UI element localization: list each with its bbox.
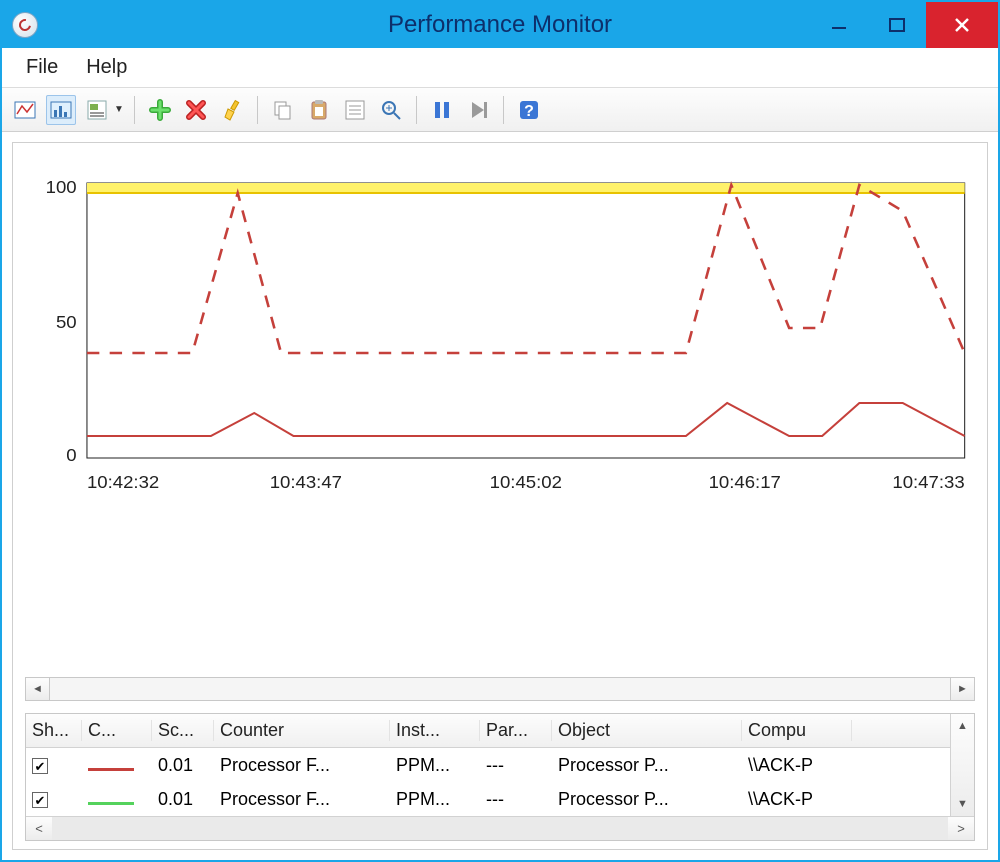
view-histogram-button[interactable]: [46, 95, 76, 125]
scroll-up-button[interactable]: ▲: [951, 714, 974, 738]
scroll-left-button[interactable]: <: [26, 817, 52, 840]
scroll-track[interactable]: [50, 678, 950, 700]
svg-text:?: ?: [524, 103, 534, 120]
x-tick-4: 10:47:33: [892, 471, 964, 492]
cell-scale: 0.01: [152, 755, 214, 776]
minimize-button[interactable]: [810, 2, 868, 48]
cell-instance: PPM...: [390, 789, 480, 810]
counter-row[interactable]: ✔ 0.01 Processor F... PPM... --- Process…: [26, 748, 950, 782]
window-frame: Performance Monitor File Help ▼: [0, 0, 1000, 862]
titlebar[interactable]: Performance Monitor: [2, 2, 998, 48]
zoom-icon: [379, 98, 403, 122]
properties-icon: [343, 98, 367, 122]
menu-file[interactable]: File: [12, 52, 72, 83]
window-controls: [810, 2, 998, 48]
app-icon: [12, 12, 38, 38]
cell-counter: Processor F...: [214, 755, 390, 776]
cell-counter: Processor F...: [214, 789, 390, 810]
add-counter-icon: [148, 98, 172, 122]
content-pane: 100 50 0 10:42:32 10:43:47 10:45:02 10:4: [12, 142, 988, 850]
show-checkbox[interactable]: ✔: [32, 792, 48, 808]
freeze-icon: [430, 98, 454, 122]
cell-parent: ---: [480, 789, 552, 810]
view-line-button[interactable]: [10, 95, 40, 125]
x-tick-2: 10:45:02: [490, 471, 562, 492]
col-computer[interactable]: Compu: [742, 720, 852, 741]
counters-hscroll[interactable]: < >: [26, 816, 974, 840]
copy-icon: [271, 98, 295, 122]
update-data-button[interactable]: [463, 95, 493, 125]
cell-computer: \\ACK-P: [742, 755, 852, 776]
view-report-button[interactable]: [82, 95, 112, 125]
help-icon: ?: [517, 98, 541, 122]
counter-row[interactable]: ✔ 0.01 Processor F... PPM... --- Process…: [26, 782, 950, 816]
performance-chart[interactable]: 100 50 0 10:42:32 10:43:47 10:45:02 10:4: [25, 153, 975, 513]
copy-button[interactable]: [268, 95, 298, 125]
view-line-icon: [13, 98, 37, 122]
add-counter-button[interactable]: [145, 95, 175, 125]
cell-object: Processor P...: [552, 789, 742, 810]
close-icon: [952, 15, 972, 35]
zoom-button[interactable]: [376, 95, 406, 125]
col-instance[interactable]: Inst...: [390, 720, 480, 741]
view-histogram-icon: [49, 98, 73, 122]
show-checkbox[interactable]: ✔: [32, 758, 48, 774]
scroll-right-button[interactable]: >: [948, 817, 974, 840]
paste-icon: [307, 98, 331, 122]
highlight-icon: [220, 98, 244, 122]
x-tick-0: 10:42:32: [87, 471, 159, 492]
cell-instance: PPM...: [390, 755, 480, 776]
cell-computer: \\ACK-P: [742, 789, 852, 810]
counters-vscroll[interactable]: ▲ ▼: [950, 714, 974, 816]
col-scale[interactable]: Sc...: [152, 720, 214, 741]
cell-object: Processor P...: [552, 755, 742, 776]
color-swatch: [88, 802, 134, 805]
toolbar-separator: [503, 96, 504, 124]
scroll-down-button[interactable]: ▼: [951, 792, 974, 816]
scroll-left-button[interactable]: ◄: [26, 678, 50, 700]
toolbar-separator: [257, 96, 258, 124]
col-parent[interactable]: Par...: [480, 720, 552, 741]
counters-panel: Sh... C... Sc... Counter Inst... Par... …: [25, 713, 975, 841]
freeze-button[interactable]: [427, 95, 457, 125]
properties-button[interactable]: [340, 95, 370, 125]
color-swatch: [88, 768, 134, 771]
toolbar: ▼ ?: [2, 88, 998, 132]
update-data-icon: [466, 98, 490, 122]
delete-counter-button[interactable]: [181, 95, 211, 125]
col-object[interactable]: Object: [552, 720, 742, 741]
toolbar-separator: [134, 96, 135, 124]
maximize-icon: [888, 16, 906, 34]
close-button[interactable]: [926, 2, 998, 48]
col-counter[interactable]: Counter: [214, 720, 390, 741]
y-tick-50: 50: [56, 311, 77, 332]
minimize-icon: [830, 16, 848, 34]
y-tick-100: 100: [46, 176, 77, 197]
cell-scale: 0.01: [152, 789, 214, 810]
chart-scrollbar[interactable]: ◄ ►: [25, 677, 975, 701]
chart-area: 100 50 0 10:42:32 10:43:47 10:45:02 10:4: [25, 153, 975, 667]
maximize-button[interactable]: [868, 2, 926, 48]
counters-header[interactable]: Sh... C... Sc... Counter Inst... Par... …: [26, 714, 950, 748]
chart-top-band: [87, 183, 965, 193]
toolbar-separator: [416, 96, 417, 124]
cell-parent: ---: [480, 755, 552, 776]
view-report-icon: [85, 98, 109, 122]
y-tick-0: 0: [66, 444, 76, 465]
x-tick-3: 10:46:17: [709, 471, 781, 492]
menubar: File Help: [2, 48, 998, 88]
col-show[interactable]: Sh...: [26, 720, 82, 741]
view-dropdown-button[interactable]: ▼: [114, 104, 124, 115]
paste-button[interactable]: [304, 95, 334, 125]
col-color[interactable]: C...: [82, 720, 152, 741]
help-button[interactable]: ?: [514, 95, 544, 125]
highlight-button[interactable]: [217, 95, 247, 125]
menu-help[interactable]: Help: [72, 52, 141, 83]
scroll-track[interactable]: [52, 817, 948, 840]
scroll-right-button[interactable]: ►: [950, 678, 974, 700]
delete-counter-icon: [184, 98, 208, 122]
x-tick-1: 10:43:47: [270, 471, 342, 492]
